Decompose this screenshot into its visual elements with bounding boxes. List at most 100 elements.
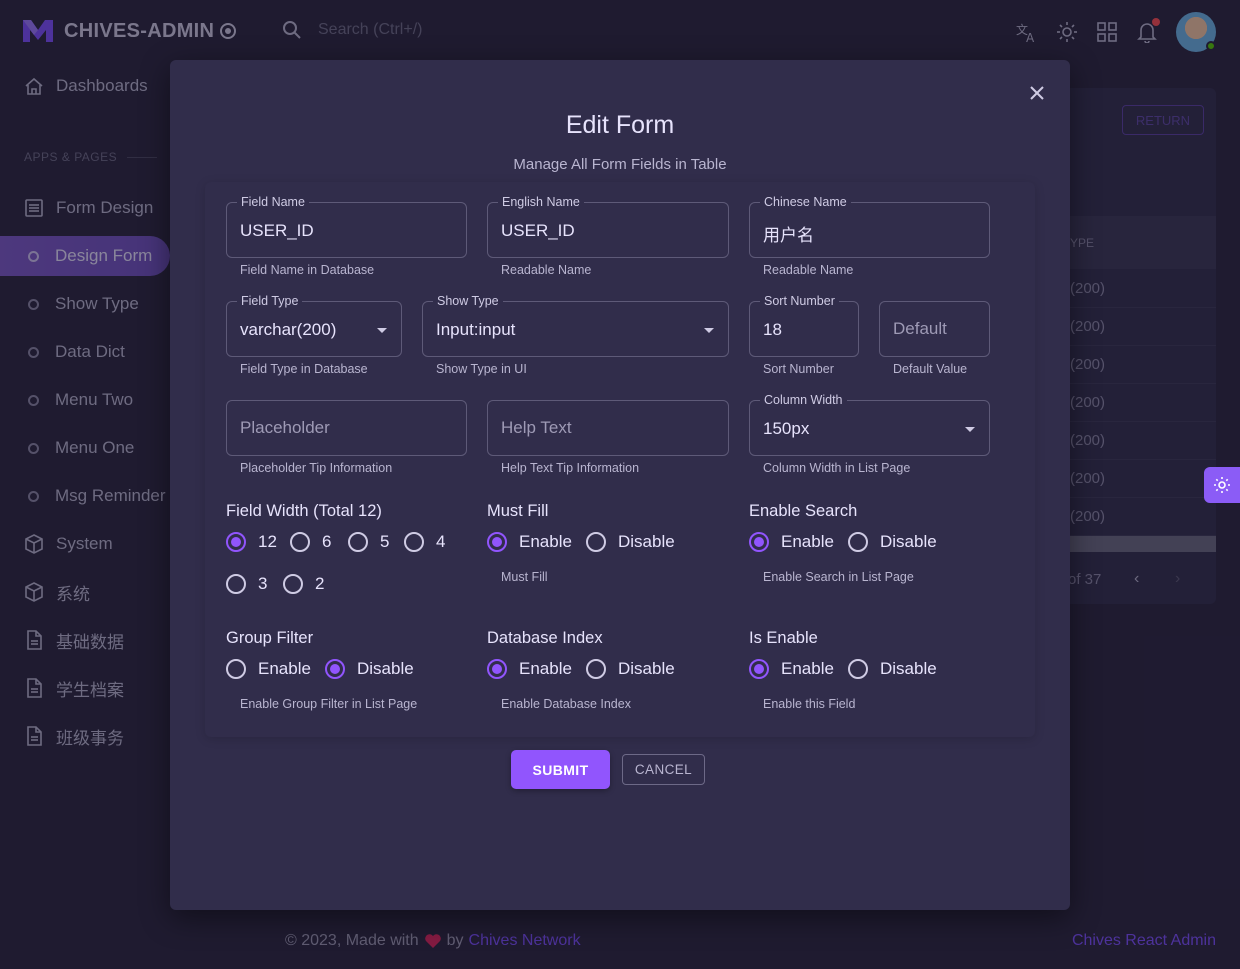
dialog-subtitle: Manage All Form Fields in Table (513, 156, 727, 173)
radio-group-filter-disable[interactable]: Disable (325, 659, 414, 679)
field-value: USER_ID (240, 221, 314, 240)
radio-checked-icon (487, 659, 507, 679)
radio-checked-icon (749, 659, 769, 679)
radio-checked-icon (487, 532, 507, 552)
radio-unchecked-icon (404, 532, 424, 552)
radio-unchecked-icon (586, 659, 606, 679)
radio-label: Disable (618, 659, 675, 678)
gear-icon (1214, 477, 1230, 493)
helper-text: Enable Search in List Page (763, 570, 914, 584)
enable-search-title: Enable Search (749, 502, 858, 520)
radio-group-filter-enable[interactable]: Enable (226, 659, 311, 679)
radio-width-4[interactable]: 4 (404, 532, 445, 552)
radio-unchecked-icon (290, 532, 310, 552)
radio-width-3[interactable]: 3 (226, 574, 267, 594)
field-value: varchar(200) (240, 320, 337, 339)
radio-width-12[interactable]: 12 (226, 532, 277, 552)
helper-text: Field Type in Database (240, 362, 368, 376)
help-text-input[interactable]: Help Text (487, 400, 729, 456)
radio-label: 5 (380, 532, 390, 551)
radio-label: Disable (880, 659, 937, 678)
customizer-toggle[interactable] (1204, 467, 1240, 503)
radio-label: Enable (519, 659, 572, 678)
helper-text: Enable Database Index (501, 697, 631, 711)
radio-unchecked-icon (848, 659, 868, 679)
radio-label: Disable (880, 532, 937, 551)
radio-label: 3 (258, 574, 268, 593)
field-label: English Name (498, 194, 584, 210)
radio-is-enable-enable[interactable]: Enable (749, 659, 834, 679)
radio-label: Disable (618, 532, 675, 551)
helper-text: Help Text Tip Information (501, 461, 640, 475)
dropdown-arrow-icon (965, 427, 975, 432)
field-value: Input:input (436, 320, 516, 339)
default-value-input[interactable]: Default (879, 301, 990, 357)
close-icon (1030, 86, 1044, 100)
helper-text: Enable Group Filter in List Page (240, 697, 418, 711)
helper-text: Default Value (893, 362, 968, 376)
field-name-input[interactable]: Field Name USER_ID (226, 194, 467, 258)
english-name-input[interactable]: English Name USER_ID (487, 194, 729, 258)
field-label: Show Type (433, 293, 503, 309)
helper-text: Show Type in UI (436, 362, 527, 376)
helper-text: Must Fill (501, 570, 548, 584)
radio-label: Enable (519, 532, 572, 551)
database-index-title: Database Index (487, 629, 603, 647)
radio-label: 12 (258, 532, 277, 551)
dialog-title: Edit Form (565, 111, 675, 139)
sort-number-input[interactable]: Sort Number 18 (749, 293, 859, 357)
column-width-select[interactable]: Column Width 150px (749, 392, 990, 456)
cancel-button[interactable]: CANCEL (622, 754, 705, 785)
field-label: Column Width (760, 392, 847, 408)
radio-width-5[interactable]: 5 (348, 532, 389, 552)
radio-unchecked-icon (848, 532, 868, 552)
radio-width-6[interactable]: 6 (290, 532, 331, 552)
field-label: Field Name (237, 194, 309, 210)
field-value: USER_ID (501, 221, 575, 240)
radio-unchecked-icon (348, 532, 368, 552)
radio-checked-icon (749, 532, 769, 552)
close-button[interactable] (1024, 80, 1050, 106)
radio-label: 4 (436, 532, 446, 551)
is-enable-title: Is Enable (749, 629, 818, 647)
helper-text: Column Width in List Page (763, 461, 911, 475)
field-label: Field Type (237, 293, 303, 309)
radio-checked-icon (325, 659, 345, 679)
radio-database-index-enable[interactable]: Enable (487, 659, 572, 679)
radio-label: Enable (258, 659, 311, 678)
radio-width-2[interactable]: 2 (283, 574, 324, 594)
radio-unchecked-icon (283, 574, 303, 594)
radio-unchecked-icon (226, 659, 246, 679)
radio-label: 6 (322, 532, 332, 551)
edit-form-dialog: Edit Form Manage All Form Fields in Tabl… (170, 60, 1070, 910)
submit-button[interactable]: SUBMIT (511, 750, 610, 789)
radio-is-enable-disable[interactable]: Disable (848, 659, 937, 679)
radio-unchecked-icon (226, 574, 246, 594)
group-filter-title: Group Filter (226, 629, 314, 647)
radio-enable-search-enable[interactable]: Enable (749, 532, 834, 552)
placeholder-input[interactable]: Placeholder (226, 400, 467, 456)
dropdown-arrow-icon (377, 328, 387, 333)
form-card: Field Name USER_ID Field Name in Databas… (205, 182, 1035, 737)
radio-database-index-disable[interactable]: Disable (586, 659, 675, 679)
radio-label: Enable (781, 659, 834, 678)
radio-label: Enable (781, 532, 834, 551)
field-value: 18 (763, 320, 782, 339)
chinese-name-input[interactable]: Chinese Name 用户名 (749, 194, 990, 258)
radio-must-fill-enable[interactable]: Enable (487, 532, 572, 552)
field-placeholder: Placeholder (240, 418, 330, 437)
helper-text: Sort Number (763, 362, 834, 376)
field-type-select[interactable]: Field Type varchar(200) (226, 293, 402, 357)
show-type-select[interactable]: Show Type Input:input (422, 293, 729, 357)
radio-unchecked-icon (586, 532, 606, 552)
radio-checked-icon (226, 532, 246, 552)
field-width-title: Field Width (Total 12) (226, 502, 382, 520)
radio-must-fill-disable[interactable]: Disable (586, 532, 675, 552)
field-label: Sort Number (760, 293, 839, 309)
field-value: 150px (763, 419, 810, 438)
helper-text: Enable this Field (763, 697, 856, 711)
helper-text: Field Name in Database (240, 263, 375, 277)
helper-text: Readable Name (501, 263, 592, 277)
field-value: 用户名 (763, 226, 814, 245)
radio-enable-search-disable[interactable]: Disable (848, 532, 937, 552)
